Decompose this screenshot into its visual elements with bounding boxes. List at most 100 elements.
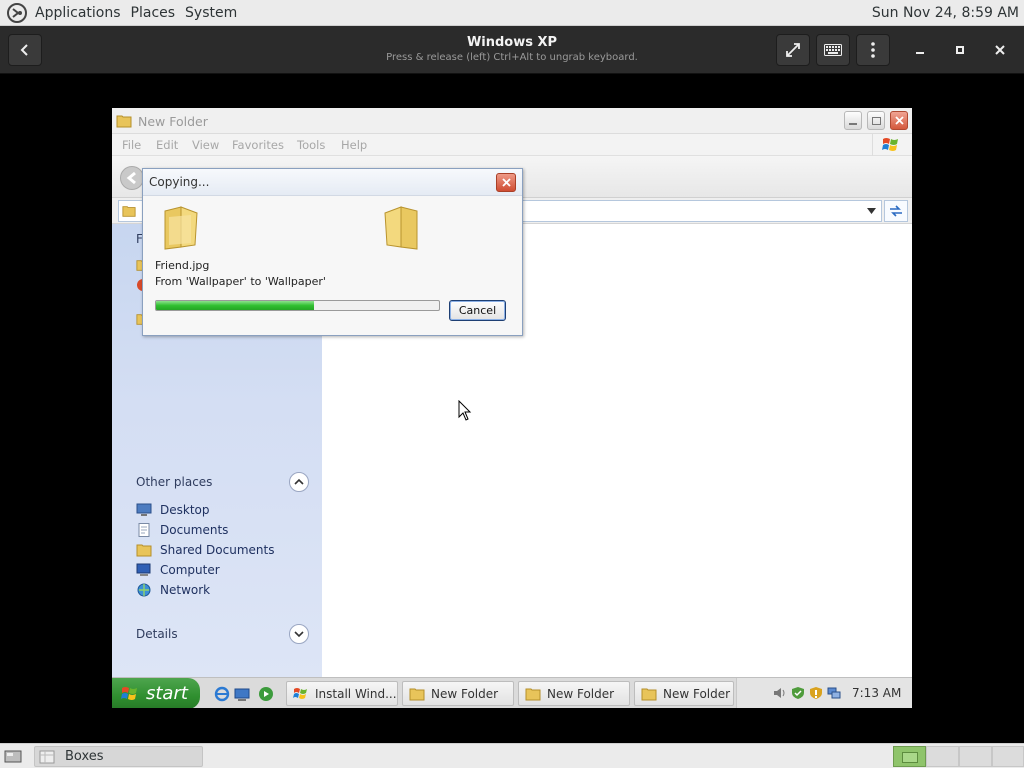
copy-source-destination: From 'Wallpaper' to 'Wallpaper' xyxy=(155,275,326,288)
maximize-button[interactable] xyxy=(946,34,974,66)
xp-clock[interactable]: 7:13 AM xyxy=(852,686,901,700)
applications-menu[interactable]: Applications xyxy=(30,0,126,26)
place-computer[interactable]: Computer xyxy=(136,562,220,578)
task-label: New Folder xyxy=(431,686,499,701)
explorer-minimize-button[interactable] xyxy=(844,111,862,130)
folder-icon xyxy=(116,115,132,128)
maximize-icon xyxy=(956,46,964,54)
explorer-restore-button[interactable] xyxy=(867,111,885,130)
top-panel: Applications Places System Sun Nov 24, 8… xyxy=(0,0,1024,26)
go-button[interactable] xyxy=(884,200,908,222)
close-icon xyxy=(501,178,511,187)
media-player-icon[interactable] xyxy=(258,686,274,702)
menu-edit[interactable]: Edit xyxy=(156,138,178,152)
explorer-titlebar[interactable]: New Folder xyxy=(112,108,912,134)
bottom-panel: Boxes xyxy=(0,743,1024,768)
other-places-heading[interactable]: Other places xyxy=(136,475,212,489)
dropdown-arrow-icon[interactable] xyxy=(867,208,876,214)
start-button[interactable]: start xyxy=(112,678,200,708)
panel-clock[interactable]: Sun Nov 24, 8:59 AM xyxy=(872,5,1024,21)
details-heading[interactable]: Details xyxy=(136,627,178,641)
workspace-2[interactable] xyxy=(926,746,959,767)
dialog-close-button[interactable] xyxy=(496,173,516,192)
restore-icon xyxy=(871,116,881,125)
task-label: Install Wind... xyxy=(315,686,397,701)
workspace-4[interactable] xyxy=(992,746,1024,767)
folder-icon xyxy=(641,688,657,700)
taskbar-item-new-folder-2[interactable]: New Folder xyxy=(518,681,630,706)
workspace-3[interactable] xyxy=(959,746,992,767)
windows-logo-icon xyxy=(872,134,908,156)
network-tray-icon[interactable] xyxy=(827,686,841,700)
copy-progress-fill xyxy=(156,301,315,310)
taskbar-item-new-folder-1[interactable]: New Folder xyxy=(402,681,514,706)
source-folder-icon xyxy=(164,206,198,250)
task-label: Boxes xyxy=(65,749,104,764)
computer-icon xyxy=(136,563,151,576)
place-documents[interactable]: Documents xyxy=(136,522,228,538)
details-expand-button[interactable] xyxy=(289,624,309,644)
go-arrow-icon xyxy=(890,205,902,217)
close-button[interactable] xyxy=(986,34,1014,66)
back-nav-button[interactable] xyxy=(120,166,144,190)
show-desktop-icon[interactable] xyxy=(234,686,250,702)
copy-progress-bar xyxy=(155,300,440,311)
keyboard-icon xyxy=(824,44,842,56)
back-button[interactable] xyxy=(8,34,42,66)
security-alert-icon[interactable] xyxy=(809,686,823,700)
fullscreen-button[interactable] xyxy=(776,34,810,66)
windows-setup-icon xyxy=(293,687,307,699)
chevron-down-icon xyxy=(294,631,304,638)
minimize-button[interactable] xyxy=(906,34,934,66)
folder-icon xyxy=(525,688,541,700)
destination-folder-icon xyxy=(384,206,418,250)
volume-icon[interactable] xyxy=(773,686,787,700)
other-places-collapse-button[interactable] xyxy=(289,472,309,492)
options-menu-button[interactable] xyxy=(856,34,890,66)
place-shared-documents[interactable]: Shared Documents xyxy=(136,542,274,558)
explorer-menubar: File Edit View Favorites Tools Help xyxy=(112,134,912,156)
menu-tools[interactable]: Tools xyxy=(297,138,325,152)
show-desktop-icon[interactable] xyxy=(4,748,22,764)
close-icon xyxy=(894,116,904,125)
back-icon xyxy=(20,44,28,56)
system-menu[interactable]: System xyxy=(180,0,242,26)
mouse-cursor-icon xyxy=(458,400,472,421)
menu-favorites[interactable]: Favorites xyxy=(232,138,284,152)
boxes-header-bar: Windows XP Press & release (left) Ctrl+A… xyxy=(0,26,1024,74)
workspace-window-icon xyxy=(902,752,918,763)
place-label: Desktop xyxy=(160,503,210,517)
keyboard-button[interactable] xyxy=(816,34,850,66)
menu-file[interactable]: File xyxy=(122,138,141,152)
cancel-button[interactable]: Cancel xyxy=(449,300,506,321)
start-label: start xyxy=(146,683,188,704)
menu-icon xyxy=(871,42,875,58)
explorer-title: New Folder xyxy=(138,114,208,129)
menu-view[interactable]: View xyxy=(192,138,219,152)
menu-help[interactable]: Help xyxy=(341,138,367,152)
workspace-1[interactable] xyxy=(893,746,926,767)
security-shield-icon[interactable] xyxy=(791,686,805,700)
internet-explorer-icon[interactable] xyxy=(214,686,230,702)
folder-icon xyxy=(122,206,136,217)
minimize-icon xyxy=(916,52,924,54)
boxes-app-icon xyxy=(39,750,55,763)
place-network[interactable]: Network xyxy=(136,582,210,598)
place-desktop[interactable]: Desktop xyxy=(136,502,210,518)
gnome-foot-icon xyxy=(7,2,27,23)
system-tray: 7:13 AM xyxy=(736,678,912,708)
dialog-titlebar[interactable]: Copying... xyxy=(143,169,522,196)
vm-display[interactable]: New Folder File Edit View Favorites Tool… xyxy=(112,108,912,708)
places-menu[interactable]: Places xyxy=(126,0,181,26)
place-label: Documents xyxy=(160,523,229,537)
taskbar-item-boxes[interactable]: Boxes xyxy=(34,746,203,767)
chevron-up-icon xyxy=(294,478,304,485)
copying-dialog: Copying... Friend.jpg From 'Wallpaper' t… xyxy=(142,168,523,336)
explorer-close-button[interactable] xyxy=(890,111,908,130)
taskbar-item-new-folder-3[interactable]: New Folder xyxy=(634,681,734,706)
place-label: Network xyxy=(160,583,211,597)
taskbar-item-install[interactable]: Install Wind... xyxy=(286,681,398,706)
close-icon xyxy=(995,45,1005,55)
documents-icon xyxy=(138,523,150,537)
task-label: New Folder xyxy=(663,686,731,701)
